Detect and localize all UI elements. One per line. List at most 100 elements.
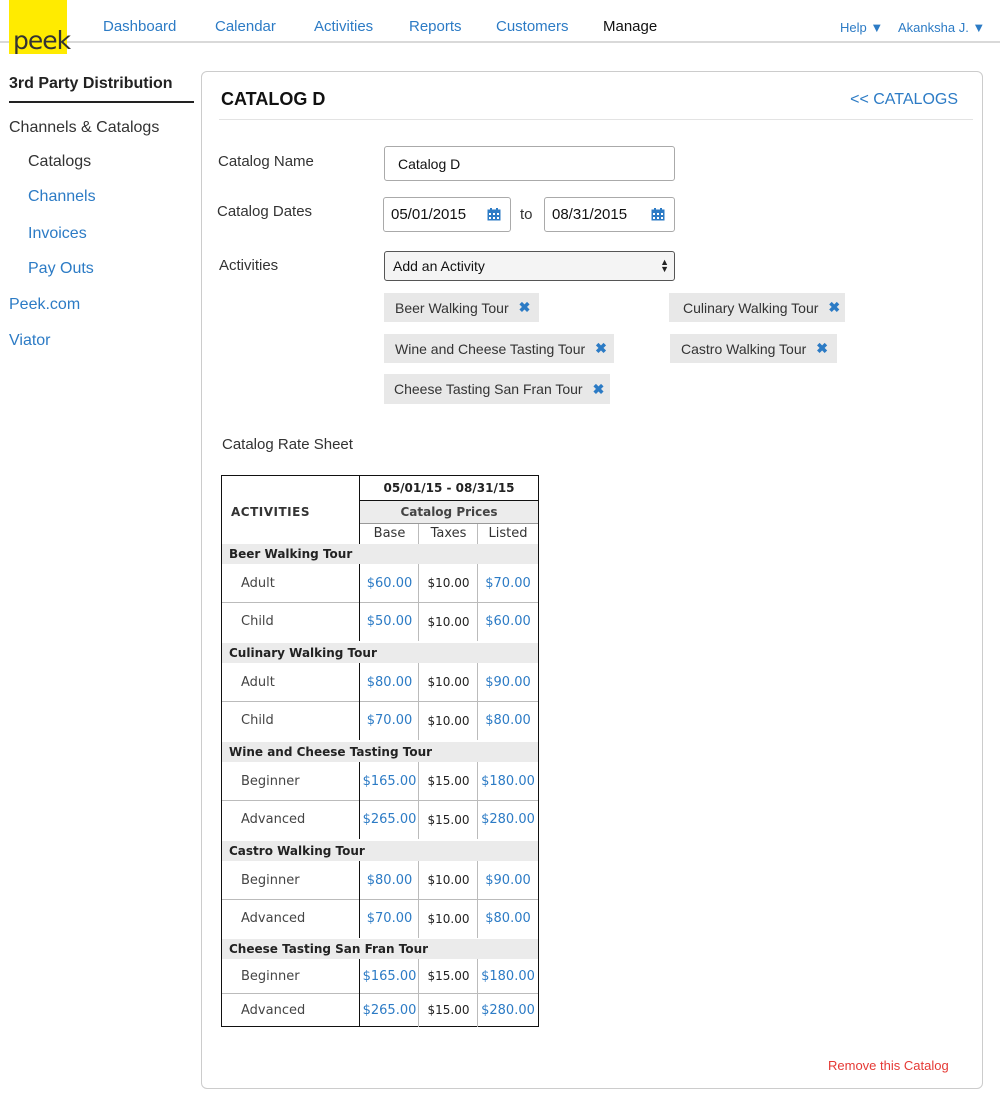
column-divider [418,899,419,938]
taxes-price-cell: $15.00 [427,812,470,827]
listed-price-cell[interactable]: $70.00 [478,564,538,602]
base-price-cell[interactable]: $165.00 [360,762,419,800]
remove-tag-icon[interactable]: ✖ [816,340,828,357]
column-header-taxes: Taxes [430,526,467,541]
tier-label: Child [222,701,360,740]
sidebar-item-channels[interactable]: Channels [28,188,96,206]
column-divider [477,861,478,899]
base-price-cell[interactable]: $70.00 [360,899,419,938]
nav-customers[interactable]: Customers [496,18,569,35]
base-price-cell[interactable]: $265.00 [360,993,419,1027]
listed-price-cell[interactable]: $80.00 [478,899,538,938]
calendar-icon[interactable] [651,208,665,221]
activity-tag: Cheese Tasting San Fran Tour ✖ [384,374,610,404]
column-divider [477,701,478,740]
activity-group-header: Wine and Cheese Tasting Tour [222,742,538,762]
base-price-cell[interactable]: $80.00 [360,861,419,899]
taxes-price-cell: $10.00 [427,873,470,887]
peek-logo[interactable]: peek [9,0,71,55]
column-divider [418,861,419,899]
remove-tag-icon[interactable]: ✖ [519,299,531,316]
sidebar-item-invoices[interactable]: Invoices [28,225,87,243]
column-divider [418,663,419,701]
nav-dashboard[interactable]: Dashboard [103,18,176,35]
listed-price-cell[interactable]: $280.00 [478,800,538,839]
sidebar-item-viator[interactable]: Viator [9,332,51,350]
tier-label: Beginner [222,762,360,800]
remove-tag-icon[interactable]: ✖ [595,340,607,357]
remove-tag-icon[interactable]: ✖ [828,299,840,316]
nav-manage[interactable]: Manage [603,18,657,35]
listed-price-cell[interactable]: $90.00 [478,663,538,701]
column-divider [477,899,478,938]
listed-price-cell[interactable]: $80.00 [478,701,538,740]
back-to-catalogs-link[interactable]: << CATALOGS [850,91,958,109]
column-divider [418,762,419,800]
column-divider [477,959,478,993]
date-from-input[interactable]: 05/01/2015 [383,197,511,232]
base-price-cell[interactable]: $165.00 [360,959,419,993]
top-nav: peek Dashboard Calendar Activities Repor… [0,0,1000,55]
sidebar-item-catalogs[interactable]: Catalogs [28,153,91,171]
base-price-cell[interactable]: $265.00 [360,800,419,839]
taxes-price-cell: $15.00 [427,1003,470,1017]
activity-tag: Beer Walking Tour ✖ [384,293,539,322]
logo-text: peek [13,26,71,55]
listed-price-cell[interactable]: $280.00 [478,993,538,1027]
activity-tag-label: Culinary Walking Tour [683,299,819,316]
column-divider [418,993,419,1027]
column-divider [477,762,478,800]
taxes-price-cell: $15.00 [427,774,470,788]
remove-tag-icon[interactable]: ✖ [593,381,605,398]
listed-price-cell[interactable]: $60.00 [478,602,538,641]
listed-price-cell[interactable]: $180.00 [478,762,538,800]
activity-tag: Culinary Walking Tour ✖ [669,293,845,322]
tier-label: Beginner [222,959,360,993]
column-divider [418,800,419,839]
column-divider [418,564,419,602]
taxes-price-cell: $10.00 [427,675,470,689]
base-price-cell[interactable]: $60.00 [360,564,419,602]
help-menu[interactable]: Help ▼ [840,20,883,35]
column-header-base: Base [373,526,406,541]
user-menu[interactable]: Akanksha J. ▼ [898,20,985,35]
nav-calendar[interactable]: Calendar [215,18,276,35]
base-price-cell[interactable]: $80.00 [360,663,419,701]
sidebar-item-peek-com[interactable]: Peek.com [9,296,80,314]
tier-label: Child [222,602,360,641]
tier-label: Advanced [222,800,360,839]
taxes-price-cell: $10.00 [427,576,470,590]
sidebar-item-payouts[interactable]: Pay Outs [28,260,94,278]
activity-group-header: Culinary Walking Tour [222,643,538,663]
date-to-input[interactable]: 08/31/2015 [544,197,675,232]
sidebar-item-channels-catalogs[interactable]: Channels & Catalogs [9,119,159,137]
base-price-cell[interactable]: $70.00 [360,701,419,740]
catalog-dates-label: Catalog Dates [217,203,313,220]
add-activity-select[interactable]: Add an Activity ▲ ▼ [384,251,675,281]
rate-sheet-table: ACTIVITIES 05/01/15 - 08/31/15 Catalog P… [221,475,539,1027]
column-divider [418,524,419,544]
remove-catalog-link[interactable]: Remove this Catalog [828,1058,949,1073]
catalog-name-input[interactable]: Catalog D [384,146,675,181]
column-divider [477,800,478,839]
calendar-icon[interactable] [487,208,501,221]
nav-activities[interactable]: Activities [314,18,373,35]
activity-tag-label: Wine and Cheese Tasting Tour [395,340,586,357]
rate-sheet-title: Catalog Rate Sheet [222,436,353,453]
base-price-cell[interactable]: $50.00 [360,602,419,641]
column-divider [477,524,478,544]
select-arrows-icon: ▲ ▼ [660,257,669,274]
sidebar-divider [9,101,194,103]
nav-reports[interactable]: Reports [409,18,462,35]
activity-group-header: Cheese Tasting San Fran Tour [222,939,538,959]
sidebar-heading: 3rd Party Distribution [9,75,173,92]
listed-price-cell[interactable]: $90.00 [478,861,538,899]
date-to-value: 08/31/2015 [552,206,628,223]
activities-column-header: ACTIVITIES [222,476,360,548]
column-divider [418,959,419,993]
tier-label: Advanced [222,899,360,938]
activity-tag-label: Castro Walking Tour [681,340,807,357]
column-divider [477,663,478,701]
taxes-price-cell: $10.00 [427,911,470,926]
listed-price-cell[interactable]: $180.00 [478,959,538,993]
